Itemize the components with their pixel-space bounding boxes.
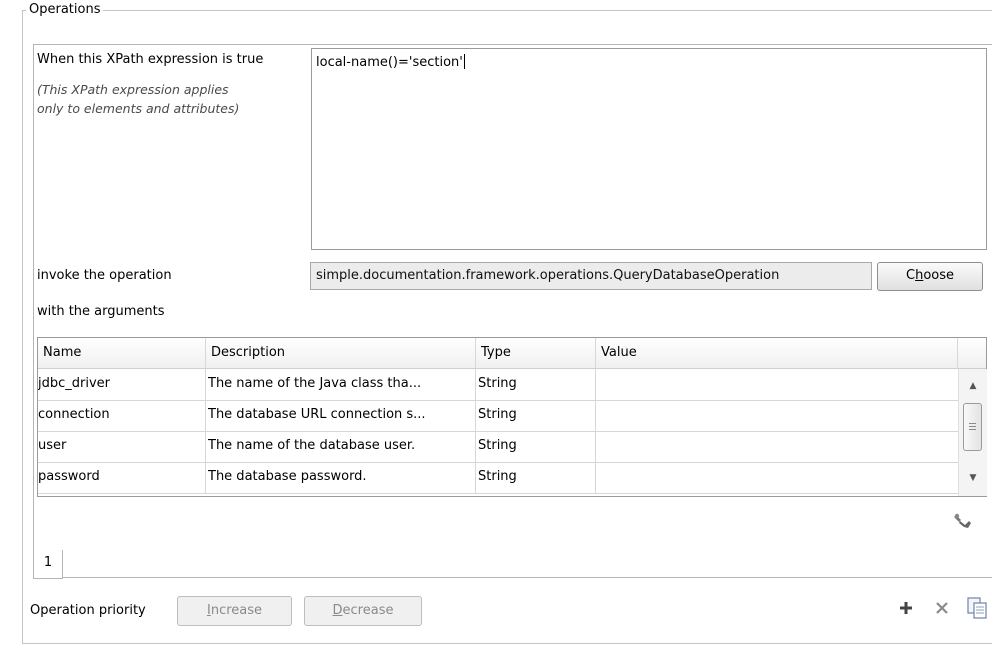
cell-description: The database URL connection s...	[208, 400, 476, 431]
column-header-description[interactable]: Description	[206, 338, 476, 368]
text-caret	[463, 54, 465, 69]
table-row[interactable]: user The name of the database user. Stri…	[38, 431, 958, 463]
choose-label-rest: oose	[923, 268, 954, 283]
cell-value[interactable]	[598, 369, 958, 400]
close-icon[interactable]	[934, 600, 950, 616]
group-title: Operations	[26, 2, 104, 17]
cell-value[interactable]	[598, 431, 958, 462]
scroll-up-icon[interactable]: ▲	[959, 377, 987, 395]
table-row[interactable]: connection The database URL connection s…	[38, 400, 958, 432]
cell-value[interactable]	[598, 462, 958, 493]
cell-name: password	[38, 462, 206, 493]
wrench-icon[interactable]	[953, 512, 973, 530]
cell-type: String	[478, 400, 596, 431]
cell-name: user	[38, 431, 206, 462]
decrease-mnemonic: D	[332, 603, 343, 618]
table-row[interactable]: jdbc_driver The name of the Java class t…	[38, 369, 958, 401]
plus-icon[interactable]	[898, 600, 914, 616]
choose-label-part: C	[905, 268, 916, 283]
decrease-label: ecrease	[342, 603, 394, 618]
cell-description: The name of the database user.	[208, 431, 476, 462]
increase-label: ncrease	[210, 603, 263, 618]
increase-button[interactable]: Increase	[177, 596, 292, 626]
decrease-button[interactable]: Decrease	[304, 596, 422, 626]
priority-label: Operation priority	[30, 603, 146, 618]
xpath-hint-line2: only to elements and attributes)	[37, 101, 240, 116]
tab-1[interactable]: 1	[33, 550, 63, 579]
table-row[interactable]: password The database password. String	[38, 462, 958, 494]
operation-label: invoke the operation	[37, 268, 172, 283]
xpath-value: local-name()='section'	[316, 55, 463, 70]
cell-type: String	[478, 369, 596, 400]
arguments-table[interactable]: Name Description Type Value jdbc_driver …	[37, 337, 987, 497]
xpath-hint-line1: (This XPath expression applies	[37, 82, 229, 97]
scroll-thumb[interactable]	[963, 403, 982, 451]
cell-value[interactable]	[598, 400, 958, 431]
column-header-value[interactable]: Value	[596, 338, 958, 368]
cell-description: The name of the Java class tha...	[208, 369, 476, 400]
operation-field[interactable]: simple.documentation.framework.operation…	[310, 262, 872, 290]
xpath-input[interactable]: local-name()='section'	[311, 48, 987, 250]
table-scrollbar[interactable]: ▲ ▼	[958, 369, 987, 496]
cell-type: String	[478, 462, 596, 493]
xpath-label: When this XPath expression is true	[37, 52, 264, 67]
column-header-name[interactable]: Name	[38, 338, 206, 368]
arguments-label: with the arguments	[37, 304, 165, 319]
copy-icon[interactable]	[966, 596, 990, 620]
choose-button[interactable]: Choose	[877, 262, 983, 291]
table-header: Name Description Type Value	[38, 338, 986, 369]
cell-description: The database password.	[208, 462, 476, 493]
column-header-type[interactable]: Type	[476, 338, 596, 368]
cell-type: String	[478, 431, 596, 462]
scroll-down-icon[interactable]: ▼	[959, 469, 987, 487]
cell-name: connection	[38, 400, 206, 431]
cell-name: jdbc_driver	[38, 369, 206, 400]
